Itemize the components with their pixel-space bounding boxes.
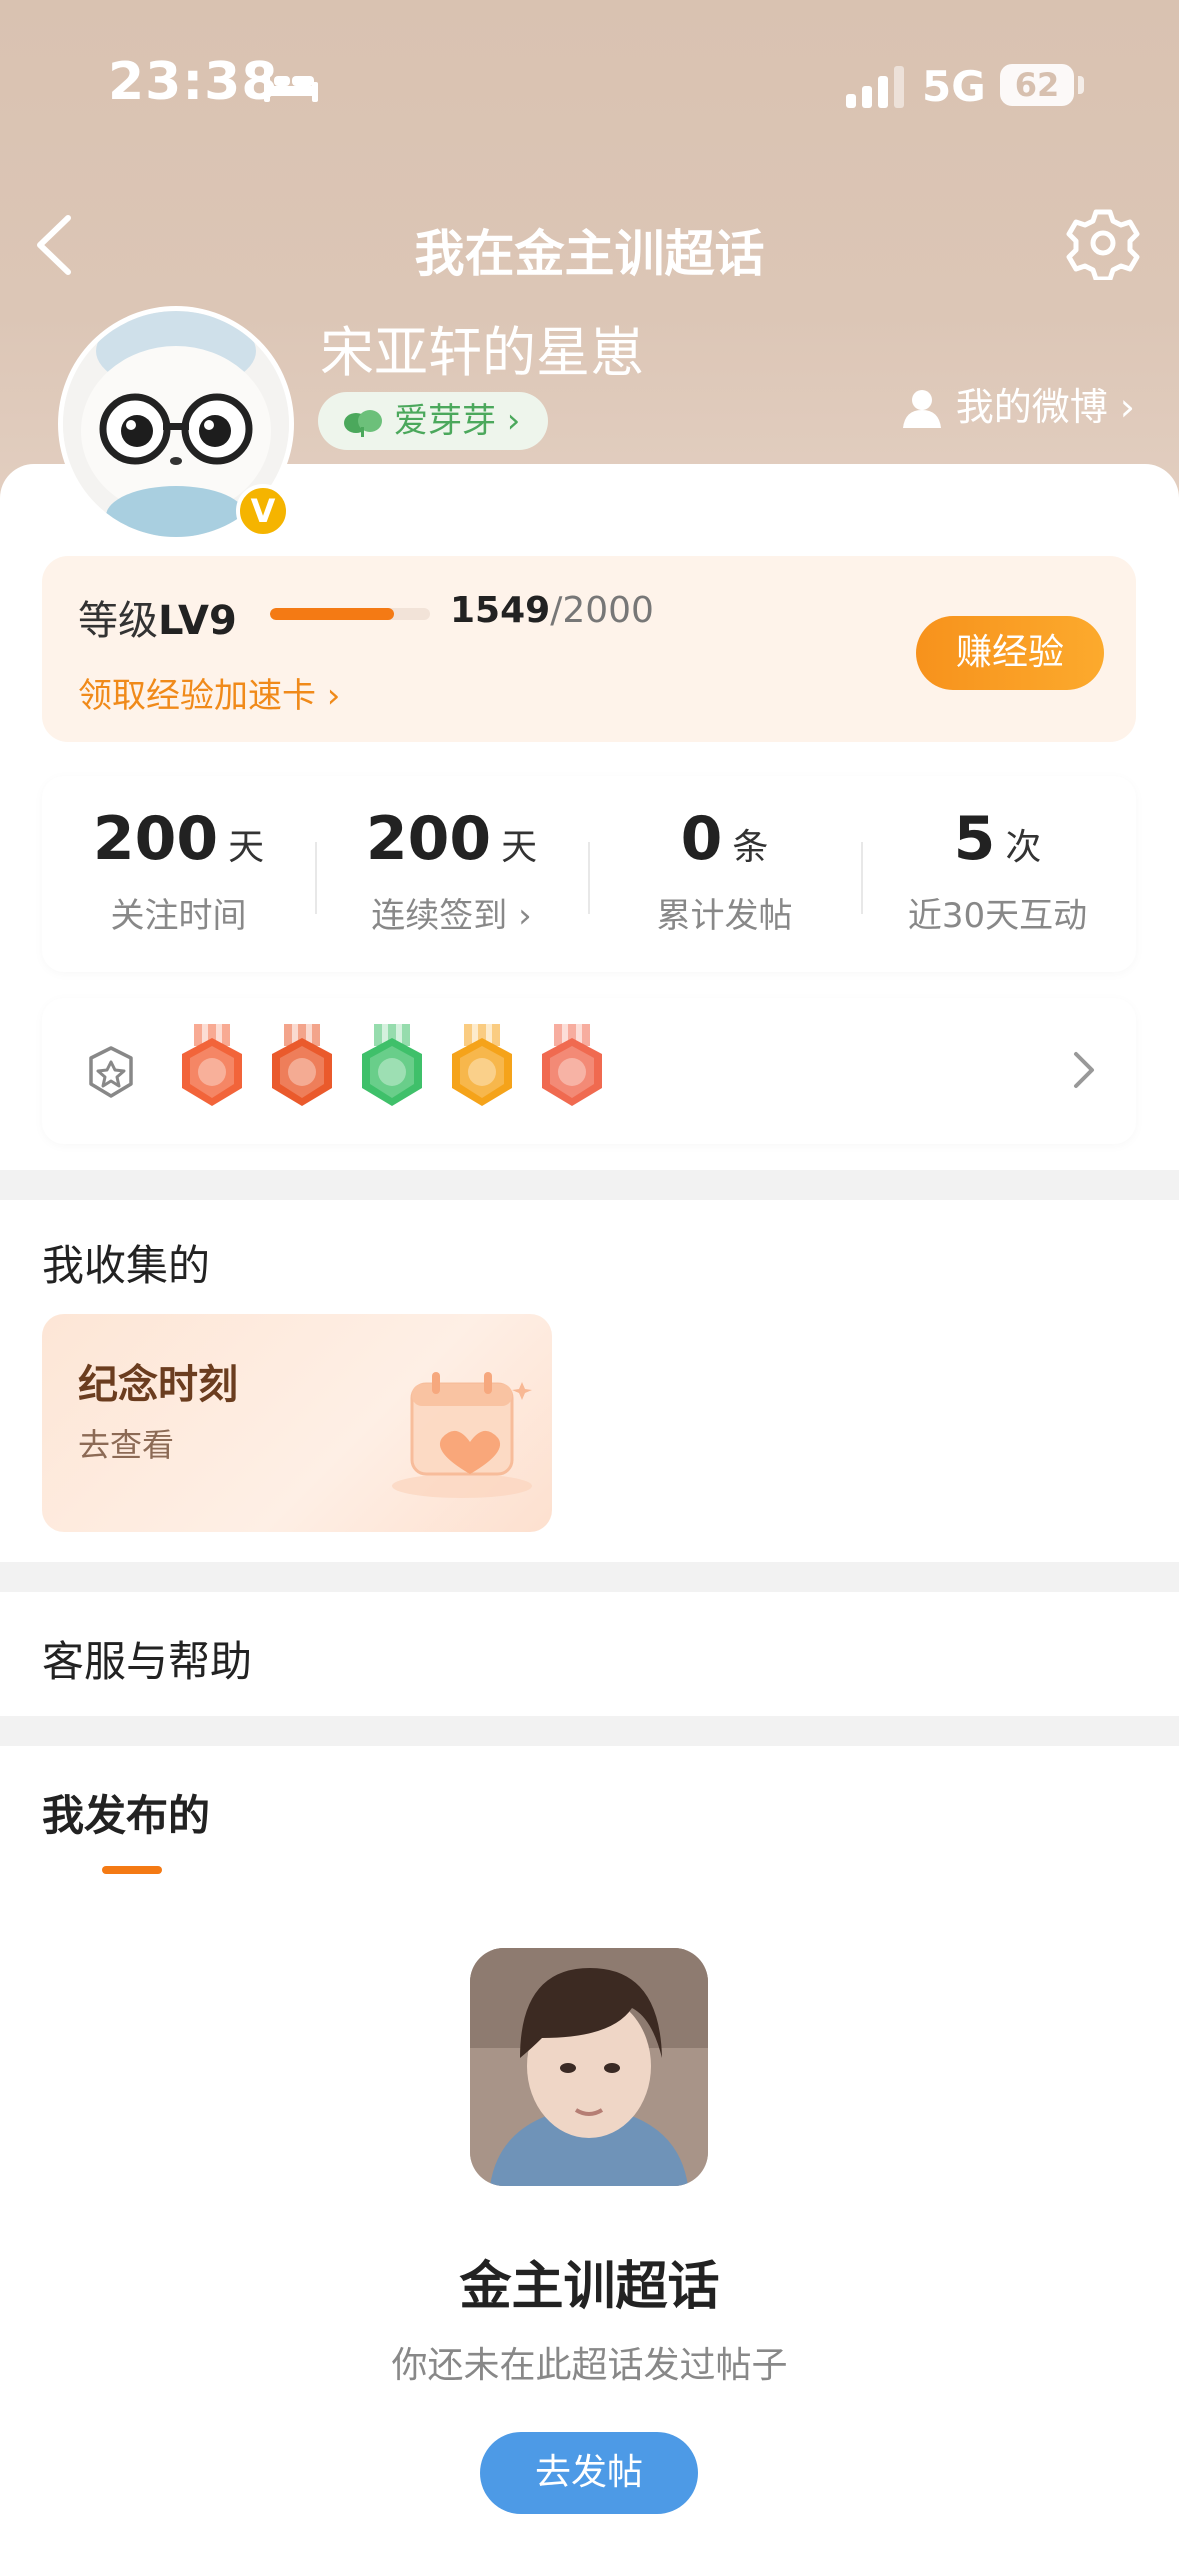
collected-title: 我收集的: [42, 1241, 211, 1290]
memorial-moments-card[interactable]: 纪念时刻 去查看: [42, 1314, 552, 1532]
chevron-right-icon: [1074, 1052, 1094, 1088]
verified-badge-icon: V: [236, 484, 290, 538]
memorial-subtitle: 去查看: [78, 1426, 175, 1464]
page-title: 我在金主训超话: [414, 225, 765, 283]
status-bar: 23:38 5G 62: [0, 0, 1179, 170]
stat-interactions: 5次 近30天互动: [861, 804, 1134, 937]
100-days-medal-icon: [272, 1024, 332, 1106]
username: 宋亚轩的星崽: [320, 321, 644, 384]
exp-progress-bar: [270, 608, 430, 620]
stat-unit: 天: [228, 827, 265, 868]
battery-tip: [1078, 76, 1084, 94]
exp-progress-fill: [270, 608, 394, 620]
earn-exp-button[interactable]: 赚经验: [916, 616, 1104, 690]
leaf-icon: [344, 410, 382, 437]
stat-unit: 条: [732, 827, 769, 868]
badge-wall[interactable]: [42, 998, 1136, 1144]
stat-follow-time: 200 天 关注时间: [42, 804, 315, 937]
calendar-heart-icon: [392, 1372, 532, 1498]
my-weibo-link[interactable]: 我的微博 ›: [900, 382, 1135, 432]
exp-progress-text: 1549/2000: [450, 590, 654, 631]
topic-name: 金主训超话: [459, 2257, 720, 2317]
stats-card: 200 天 关注时间 200 天 连续签到 › 0条 累计发帖 5次 近30天互动: [42, 776, 1136, 972]
sleep-focus-icon: [264, 70, 318, 102]
battery-icon: 62: [1000, 64, 1074, 106]
rock-hand-medal-icon: [542, 1024, 602, 1106]
status-time: 23:38: [108, 52, 279, 112]
tab-indicator: [102, 1866, 162, 1874]
memorial-title: 纪念时刻: [78, 1362, 238, 1408]
my-weibo-label: 我的微博 ›: [955, 385, 1135, 429]
stat-value: 200: [92, 804, 219, 874]
cellular-signal-icon: [846, 66, 904, 108]
badge-wall-icon: [89, 1046, 133, 1098]
level-card: 等级LV9 1549/2000 领取经验加速卡 › 赚经验: [42, 556, 1136, 742]
stat-value: 5: [953, 804, 996, 874]
lv9-medal-icon: [182, 1024, 242, 1106]
exp-current: 1549: [450, 590, 551, 631]
exp-total: /2000: [550, 590, 654, 631]
stat-value: 200: [365, 804, 492, 874]
topic-avatar-image: [470, 1948, 708, 2186]
create-post-button[interactable]: 去发帖: [480, 2432, 698, 2514]
level-label: 等级LV9: [78, 598, 237, 644]
posts-title[interactable]: 我发布的: [42, 1782, 210, 1843]
help-title: 客服与帮助: [42, 1637, 253, 1686]
person-icon: [902, 390, 941, 428]
stat-unit: 次: [1005, 827, 1042, 868]
stat-label: 累计发帖: [656, 896, 793, 936]
network-type: 5G: [922, 62, 986, 111]
wave-hand-medal-icon: [362, 1024, 422, 1106]
stat-total-posts: 0条 累计发帖: [588, 804, 861, 937]
fan-tag-label: 爱芽芽 ›: [394, 401, 521, 441]
stat-label: 关注时间: [110, 896, 247, 936]
stat-label: 近30天互动: [907, 896, 1088, 936]
30-days-medal-icon: [452, 1024, 512, 1106]
stat-label: 连续签到 ›: [371, 896, 532, 936]
stat-checkin-streak[interactable]: 200 天 连续签到 ›: [315, 804, 588, 937]
fan-group-tag[interactable]: 爱芽芽 ›: [318, 392, 549, 450]
stat-unit: 天: [501, 827, 538, 868]
exp-boost-card-link[interactable]: 领取经验加速卡 ›: [78, 668, 340, 717]
empty-posts-hint: 你还未在此超话发过帖子: [391, 2345, 788, 2386]
help-section[interactable]: 客服与帮助: [0, 1592, 1179, 1716]
level-value: LV9: [158, 598, 237, 644]
stat-value: 0: [680, 804, 723, 874]
settings-gear-icon[interactable]: [1066, 206, 1140, 280]
topic-portrait-image: [470, 1948, 708, 2186]
